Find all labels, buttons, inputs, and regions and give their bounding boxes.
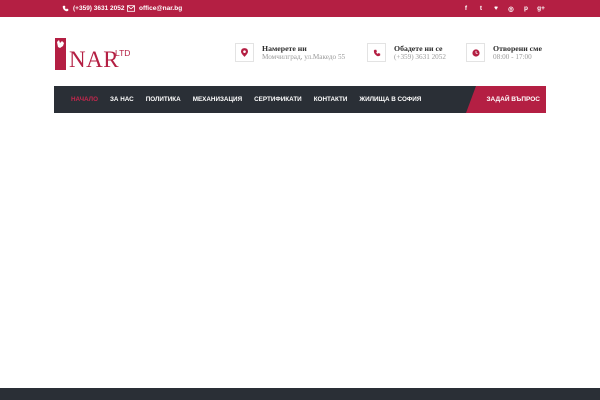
twitter-icon[interactable]: t — [478, 5, 484, 12]
topbar-email[interactable]: office@nar.bg — [127, 0, 182, 17]
top-bar: (+359) 3631 2052 office@nar.bg f t ♥ ◎ p… — [0, 0, 600, 17]
pinterest-icon[interactable]: p — [523, 5, 529, 12]
nav-item-home[interactable]: Начало — [71, 96, 98, 103]
nav-item-about[interactable]: За нас — [110, 96, 134, 103]
logo-mark — [55, 38, 66, 70]
facebook-icon[interactable]: f — [463, 5, 469, 12]
info-location-title: Намерете ни — [262, 44, 307, 53]
instagram-icon[interactable]: ◎ — [508, 5, 514, 13]
info-location-subtitle: Момчилград, ул.Македо 55 — [262, 53, 346, 61]
logo-suffix: LTD — [115, 48, 131, 58]
heart-icon[interactable]: ♥ — [493, 5, 499, 12]
info-phone-title: Обадете ни се — [394, 44, 443, 53]
phone-icon — [62, 5, 69, 12]
phone-icon — [367, 43, 386, 62]
footer-bar — [0, 388, 600, 400]
info-hours-subtitle: 08:00 - 17:00 — [493, 53, 532, 61]
nav-item-machinery[interactable]: Механизация — [193, 96, 242, 103]
ask-question-button[interactable]: ЗАДАЙ ВЪПРОС — [466, 86, 546, 113]
social-links: f t ♥ ◎ p g+ — [463, 0, 545, 17]
nav-item-homes-sofia[interactable]: Жилища в София — [359, 96, 421, 103]
clock-icon — [466, 43, 485, 62]
logo-name: NAR — [69, 47, 120, 72]
mail-icon — [127, 5, 135, 12]
topbar-phone-text: (+359) 3631 2052 — [73, 5, 125, 12]
topbar-email-text: office@nar.bg — [139, 5, 183, 12]
info-hours-title: Отворени сме — [493, 44, 542, 53]
nav-item-policy[interactable]: Политика — [146, 96, 181, 103]
site-logo[interactable]: NAR LTD — [55, 38, 135, 72]
nav-item-contacts[interactable]: Контакти — [314, 96, 348, 103]
google-plus-icon[interactable]: g+ — [537, 5, 545, 12]
info-phone-subtitle: (+359) 3631 2052 — [394, 53, 446, 61]
map-pin-icon — [235, 43, 254, 62]
nav-item-certificates[interactable]: Сертификати — [254, 96, 302, 103]
topbar-phone[interactable]: (+359) 3631 2052 — [62, 0, 125, 17]
